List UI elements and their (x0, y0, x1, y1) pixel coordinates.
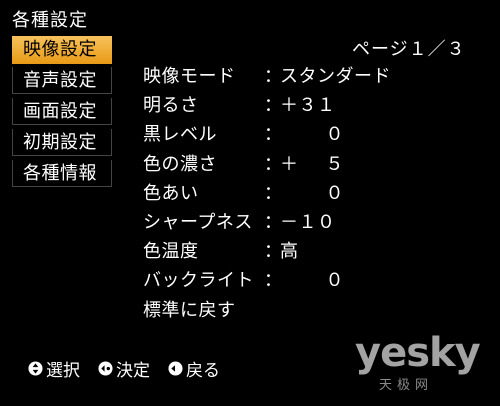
hint-select-label: 選択 (46, 361, 80, 381)
hint-confirm: 決定 (98, 356, 150, 381)
watermark-logo: yesky 天极网 (355, 330, 495, 393)
setting-value: －１０ (280, 211, 336, 233)
page-indicator: ページ１／３ (352, 39, 466, 60)
menu-item-video[interactable]: 映像設定 (12, 36, 112, 64)
setting-label: 色あい (143, 182, 199, 204)
hint-select: 選択 (28, 356, 80, 381)
menu-item-audio[interactable]: 音声設定 (12, 67, 112, 95)
up-down-arrows-circle-icon (28, 361, 43, 376)
setting-value: ０ (325, 270, 344, 292)
setting-label: シャープネス (143, 211, 253, 233)
menu-item-label: 映像設定 (23, 39, 97, 60)
menu-item-label: 音声設定 (23, 70, 97, 91)
menu-item-label: 画面設定 (23, 101, 97, 122)
setting-label: 色の濃さ (143, 153, 217, 175)
menu-item-initial[interactable]: 初期設定 (12, 129, 112, 157)
enter-circle-icon (98, 361, 113, 376)
setting-label: 明るさ (143, 95, 199, 117)
setting-value: ０ (325, 124, 344, 146)
hint-back-label: 戻る (186, 361, 220, 381)
setting-value: 高 (280, 241, 299, 263)
watermark-sub: 天极网 (379, 378, 434, 393)
hint-confirm-label: 決定 (116, 361, 150, 381)
setting-value: スタンダード (280, 66, 391, 87)
setting-label: 色温度 (143, 241, 199, 263)
menu-item-info[interactable]: 各種情報 (12, 160, 112, 188)
setting-value: ＋３１ (280, 95, 336, 117)
menu-item-label: 各種情報 (23, 163, 97, 184)
hint-back: 戻る (168, 356, 220, 381)
setting-value: ５ (325, 153, 344, 175)
setting-label: 映像モード (143, 66, 236, 87)
setting-label: 黒レベル (143, 124, 217, 146)
footer-hints: 選択 決定 戻る (28, 356, 238, 381)
setting-value: ０ (325, 182, 344, 204)
return-circle-icon (168, 361, 183, 376)
watermark-main: yesky (355, 330, 481, 376)
menu-item-screen[interactable]: 画面設定 (12, 98, 112, 126)
setting-label: 標準に戻す (143, 299, 236, 321)
category-menu: 映像設定 音声設定 画面設定 初期設定 各種情報 (12, 36, 112, 191)
setting-label: バックライト (143, 270, 254, 292)
menu-item-label: 初期設定 (23, 132, 97, 153)
menu-title: 各種設定 (12, 10, 88, 31)
